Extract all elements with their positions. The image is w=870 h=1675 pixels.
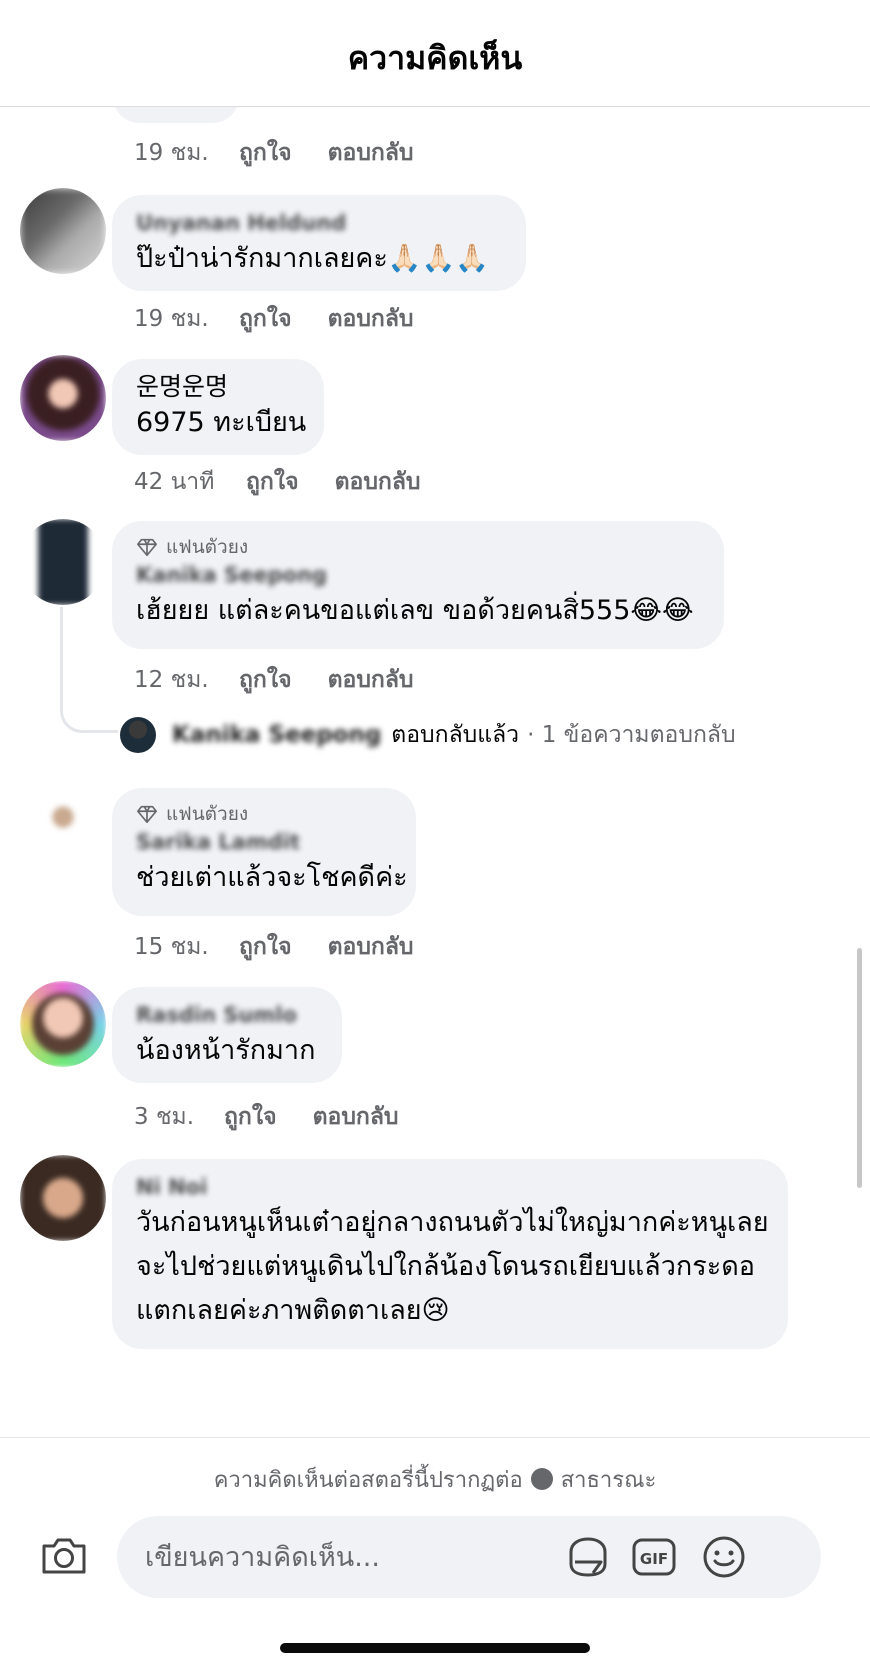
comment-time: 3 ชม. — [134, 1104, 195, 1130]
reply-count: · 1 ข้อความตอบกลับ — [527, 722, 736, 748]
comment-author[interactable]: Rasdin Sumlo — [136, 1001, 318, 1029]
top-fan-badge: แฟนตัวยง — [136, 802, 392, 826]
comment-input[interactable] — [145, 1516, 585, 1598]
reply-button[interactable]: ตอบกลับ — [328, 301, 414, 337]
like-button[interactable]: ถูกใจ — [246, 464, 299, 500]
avatar[interactable] — [20, 981, 106, 1067]
audience-note-text: ความคิดเห็นต่อสตอรี่นี้ปรากฏต่อ — [213, 1468, 523, 1493]
reply-button[interactable]: ตอบกลับ — [313, 1099, 399, 1135]
comment-bubble[interactable]: 운명운명 6975 ทะเบียน — [112, 359, 324, 455]
avatar[interactable] — [20, 355, 106, 441]
svg-text:GIF: GIF — [640, 1550, 668, 1568]
comment-meta: 19 ชม. ถูกใจ ตอบกลับ — [134, 135, 450, 171]
like-button[interactable]: ถูกใจ — [239, 662, 292, 698]
comment-bubble[interactable]: แฟนตัวยง Sarika Lamdit ช่วยเต่าแล้วจะโชค… — [112, 788, 416, 916]
comment-text: เฮ้ยยย แต่ละคนขอแต่เลข ขอด้วยคนสิ่555😂😂 — [136, 595, 694, 626]
avatar[interactable] — [20, 1155, 106, 1241]
like-button[interactable]: ถูกใจ — [239, 135, 292, 171]
sticker-icon[interactable] — [563, 1532, 613, 1582]
fan-badge-label: แฟนตัวยง — [166, 536, 249, 558]
comment-time: 12 ชม. — [134, 667, 209, 693]
diamond-icon — [137, 538, 157, 557]
audience-label[interactable]: สาธารณะ — [561, 1468, 657, 1493]
reply-avatar — [120, 717, 156, 753]
comment-bubble[interactable]: Ni Noi วันก่อนหนูเห็นเต๋าอยู่กลางถนนตัวไ… — [112, 1159, 788, 1349]
audience-note: ความคิดเห็นต่อสตอรี่นี้ปรากฏต่อ สาธารณะ — [0, 1462, 870, 1497]
comment-text-line: จะไปช่วยแต่หนูเดินไปใกล้น้องโดนรถเยียบแล… — [136, 1251, 755, 1282]
comment-bubble[interactable]: แฟนตัวยง Kanika Seepong เฮ้ยยย แต่ละคนขอ… — [112, 521, 724, 649]
comments-header: ความคิดเห็น — [0, 0, 870, 107]
comment-time: 15 ชม. — [134, 934, 209, 960]
comment-footer: ความคิดเห็นต่อสตอรี่นี้ปรากฏต่อ สาธารณะ G… — [0, 1437, 870, 1675]
comment-text-line: แตกเลยค่ะภาพติดตาเลย😢 — [136, 1295, 450, 1326]
comment-author[interactable]: Ni Noi — [136, 1173, 764, 1201]
comment-author[interactable]: Sarika Lamdit — [136, 828, 392, 856]
avatar[interactable] — [20, 787, 106, 873]
comment-author[interactable]: Kanika Seepong — [136, 561, 700, 589]
comment-bubble[interactable]: Unyanan Heldund ป๊ะป๋าน่ารักมากเลยคะ🙏🏻🙏🏻… — [112, 195, 526, 291]
top-fan-badge: แฟนตัวยง — [136, 535, 700, 559]
like-button[interactable]: ถูกใจ — [224, 1099, 277, 1135]
reply-button[interactable]: ตอบกลับ — [328, 929, 414, 965]
comment-time: 19 ชม. — [134, 140, 209, 166]
page-title: ความคิดเห็น — [347, 38, 523, 77]
comment-text: น้องหน้ารักมาก — [136, 1035, 316, 1066]
reply-button[interactable]: ตอบกลับ — [328, 662, 414, 698]
comment-bubble[interactable]: Rasdin Sumlo น้องหน้ารักมาก — [112, 987, 342, 1083]
like-button[interactable]: ถูกใจ — [239, 929, 292, 965]
like-button[interactable]: ถูกใจ — [239, 301, 292, 337]
comment-meta: 19 ชม. ถูกใจ ตอบกลับ — [134, 301, 450, 337]
comment-text: ป๊ะป๋าน่ารักมากเลยคะ🙏🏻🙏🏻🙏🏻 — [136, 243, 489, 274]
reply-button[interactable]: ตอบกลับ — [328, 135, 414, 171]
gif-icon[interactable]: GIF — [629, 1532, 679, 1582]
avatar[interactable] — [20, 519, 106, 605]
comment-time: 42 นาที — [134, 469, 215, 495]
view-replies-link[interactable]: Kanika Seepong ตอบกลับแล้ว · 1 ข้อความตอ… — [120, 717, 736, 753]
comment-text: ช่วยเต่าแล้วจะโชคดีค่ะ — [136, 862, 408, 893]
scrollbar[interactable] — [857, 948, 862, 1188]
reply-thread-line — [60, 607, 118, 733]
reply-button[interactable]: ตอบกลับ — [335, 464, 421, 500]
comment-meta: 15 ชม. ถูกใจ ตอบกลับ — [134, 929, 450, 965]
comment-bubble[interactable] — [112, 107, 240, 123]
globe-icon — [530, 1468, 553, 1490]
avatar[interactable] — [20, 188, 106, 274]
reply-author: Kanika Seepong — [172, 722, 382, 748]
comment-text: 6975 ทะเบียน — [136, 407, 307, 438]
comment-time: 19 ชม. — [134, 306, 209, 332]
comments-list[interactable]: 19 ชม. ถูกใจ ตอบกลับ Unyanan Heldund ป๊ะ… — [0, 107, 870, 1437]
comment-meta: 42 นาที ถูกใจ ตอบกลับ — [134, 464, 457, 500]
fan-badge-label: แฟนตัวยง — [166, 803, 249, 825]
home-indicator[interactable] — [280, 1643, 590, 1653]
comment-text-line: วันก่อนหนูเห็นเต๋าอยู่กลางถนนตัวไม่ใหญ่ม… — [136, 1207, 769, 1238]
comment-meta: 12 ชม. ถูกใจ ตอบกลับ — [134, 662, 450, 698]
comment-author[interactable]: Unyanan Heldund — [136, 209, 502, 237]
diamond-icon — [137, 805, 157, 824]
comment-meta: 3 ชม. ถูกใจ ตอบกลับ — [134, 1099, 435, 1135]
comment-author[interactable]: 운명운명 — [136, 373, 300, 401]
emoji-icon[interactable] — [699, 1532, 749, 1582]
camera-icon[interactable] — [38, 1530, 90, 1582]
comment-composer[interactable]: GIF — [117, 1516, 821, 1598]
reply-action: ตอบกลับแล้ว — [391, 722, 520, 748]
